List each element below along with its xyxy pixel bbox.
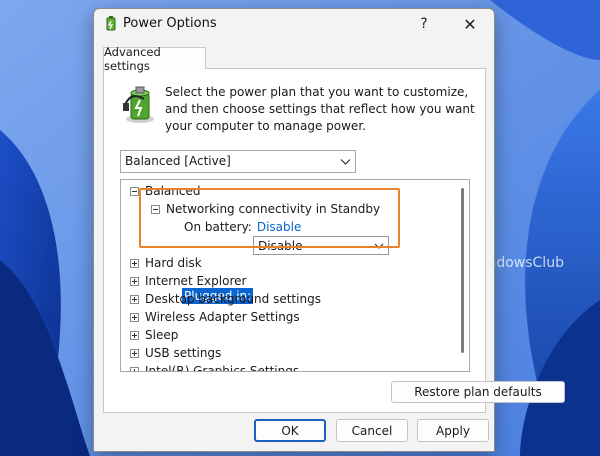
- tree-node-balanced[interactable]: Balanced: [130, 182, 200, 200]
- tree-node-networking-connectivity[interactable]: Networking connectivity in Standby: [151, 200, 380, 218]
- expand-icon[interactable]: [130, 348, 139, 358]
- tree-node-label: Hard disk: [145, 256, 202, 270]
- close-button[interactable]: ✕: [447, 9, 493, 39]
- window-title: Power Options: [123, 16, 217, 31]
- tab-advanced-settings[interactable]: Advanced settings: [103, 45, 206, 73]
- collapse-icon[interactable]: [130, 186, 139, 196]
- chevron-down-icon: [374, 243, 384, 249]
- on-battery-label: On battery:: [184, 220, 252, 234]
- battery-plan-icon: [123, 86, 154, 123]
- expand-icon[interactable]: [130, 258, 139, 268]
- tree-node-usb-settings[interactable]: USB settings: [130, 344, 221, 362]
- on-battery-value[interactable]: Disable: [257, 220, 302, 234]
- expand-icon[interactable]: [130, 276, 139, 286]
- tree-node-label: Internet Explorer: [145, 274, 247, 288]
- tree-node-desktop-background[interactable]: Desktop background settings: [130, 290, 321, 308]
- tree-node-label: Balanced: [145, 184, 201, 198]
- tree-node-hard-disk[interactable]: Hard disk: [130, 254, 202, 272]
- expand-icon[interactable]: [130, 294, 139, 304]
- tree-scrollbar[interactable]: [455, 180, 469, 371]
- scrollbar-thumb[interactable]: [461, 188, 464, 353]
- tree-node-intel-graphics[interactable]: Intel(R) Graphics Settings: [130, 362, 300, 372]
- tree-node-label: Sleep: [145, 328, 179, 342]
- tree-node-sleep[interactable]: Sleep: [130, 326, 178, 344]
- plugged-in-selected-value: Disable: [258, 239, 303, 253]
- tree-node-label: Wireless Adapter Settings: [145, 310, 300, 324]
- expand-icon[interactable]: [130, 312, 139, 322]
- on-battery-setting[interactable]: On battery: Disable: [184, 218, 301, 236]
- tree-node-label: Desktop background settings: [145, 292, 321, 306]
- title-bar[interactable]: Power Options ? ✕: [94, 9, 494, 39]
- ok-button[interactable]: OK: [254, 419, 326, 442]
- expand-icon[interactable]: [130, 366, 139, 371]
- power-options-icon: [106, 16, 116, 31]
- tree-node-wireless-adapter[interactable]: Wireless Adapter Settings: [130, 308, 300, 326]
- help-button[interactable]: ?: [401, 9, 447, 39]
- power-options-dialog: Power Options ? ✕ Advanced settings Sele…: [93, 8, 565, 452]
- apply-button[interactable]: Apply: [417, 419, 489, 442]
- advanced-settings-panel: Select the power plan that you want to c…: [103, 68, 565, 413]
- intro-text: Select the power plan that you want to c…: [165, 85, 475, 133]
- settings-tree[interactable]: Balanced Networking connectivity in Stan…: [120, 179, 470, 372]
- tree-node-label: Intel(R) Graphics Settings: [145, 364, 300, 372]
- cancel-button[interactable]: Cancel: [336, 419, 408, 442]
- chevron-down-icon: [340, 159, 351, 165]
- restore-plan-defaults-button[interactable]: Restore plan defaults: [391, 381, 565, 403]
- tree-node-internet-explorer[interactable]: Internet Explorer: [130, 272, 246, 290]
- tree-node-label: USB settings: [145, 346, 222, 360]
- power-plan-selected-value: Balanced [Active]: [125, 154, 231, 168]
- collapse-icon[interactable]: [151, 204, 160, 214]
- tree-node-label: Networking connectivity in Standby: [166, 202, 381, 216]
- plugged-in-dropdown[interactable]: Disable: [253, 236, 389, 255]
- expand-icon[interactable]: [130, 330, 139, 340]
- power-plan-dropdown[interactable]: Balanced [Active]: [120, 150, 356, 173]
